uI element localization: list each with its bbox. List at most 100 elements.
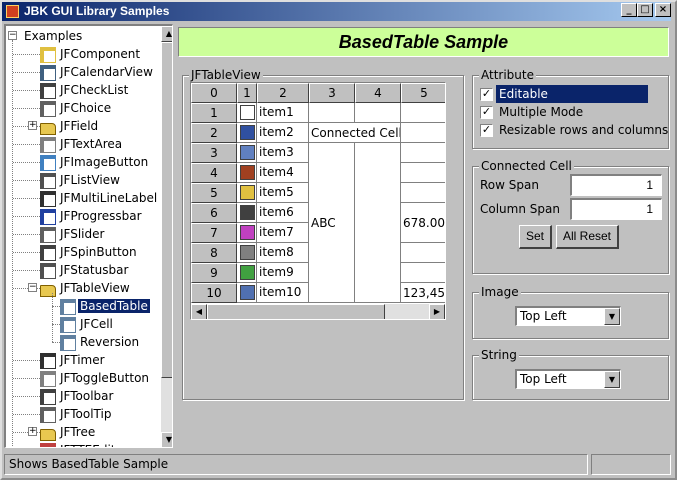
chevron-down-icon[interactable]: ▼ <box>604 371 620 388</box>
tree-item-jffield[interactable]: JFField <box>40 117 100 135</box>
row-header-7[interactable]: 7 <box>191 223 237 243</box>
table-cell-item[interactable]: item8 <box>257 243 309 263</box>
close-button[interactable]: × <box>655 3 671 17</box>
tree-item-jfcalendarview[interactable]: JFCalendarView <box>40 63 155 81</box>
row-header-9[interactable]: 9 <box>191 263 237 283</box>
tree-item-reversion[interactable]: Reversion <box>60 333 141 351</box>
tree-item-jftteeditor[interactable]: JFTTEEditor <box>40 441 130 447</box>
column-header-5[interactable]: 5 <box>401 83 445 103</box>
based-table[interactable]: 0 1 2 3 4 5 1 item1 2 item2 3 item3 4 item4 5 item5 6 ite… <box>190 82 446 320</box>
row-header-1[interactable]: 1 <box>191 103 237 123</box>
row-header-10[interactable]: 10 <box>191 283 237 303</box>
chevron-down-icon[interactable]: ▼ <box>604 308 620 325</box>
checkbox[interactable]: ✓ <box>480 106 493 119</box>
table-cell-item[interactable]: item1 <box>257 103 309 123</box>
scroll-right-arrow-icon[interactable]: ▶ <box>429 304 445 319</box>
tree-item-jftree[interactable]: JFTree <box>40 423 97 441</box>
scroll-left-arrow-icon[interactable]: ◀ <box>191 304 207 319</box>
connected-cell[interactable]: Connected Cell <box>309 123 401 143</box>
number-cell[interactable]: 123,456 <box>401 283 445 303</box>
table-cell[interactable] <box>401 143 445 163</box>
examples-tree[interactable]: − Examples JFComponent JFCalendarView JFChec… <box>4 24 173 448</box>
table-cell-item[interactable]: item9 <box>257 263 309 283</box>
scroll-up-arrow-icon[interactable]: ▲ <box>161 26 172 42</box>
tree-item-jfimagebutton[interactable]: JFImageButton <box>40 153 150 171</box>
tree-item-jflistview[interactable]: JFListView <box>40 171 122 189</box>
attribute-option-editable[interactable]: ✓ Editable <box>480 85 648 103</box>
all-reset-button[interactable]: All Reset <box>556 225 619 249</box>
tree-item-jfspinbutton[interactable]: JFSpinButton <box>40 243 139 261</box>
table-cell-item[interactable]: item3 <box>257 143 309 163</box>
scroll-down-arrow-icon[interactable]: ▼ <box>161 432 172 447</box>
string-alignment-select[interactable]: Top Left ▼ <box>515 369 621 389</box>
table-cell-image[interactable] <box>237 183 257 203</box>
table-cell[interactable] <box>401 243 445 263</box>
image-alignment-select[interactable]: Top Left ▼ <box>515 306 621 326</box>
table-cell-item[interactable]: item5 <box>257 183 309 203</box>
column-span-input[interactable]: 1 <box>570 198 662 220</box>
table-cell-image[interactable] <box>237 263 257 283</box>
tree-root-examples[interactable]: − Examples <box>8 27 84 45</box>
set-button[interactable]: Set <box>519 225 552 249</box>
table-cell-item[interactable]: item4 <box>257 163 309 183</box>
table-cell[interactable] <box>355 103 401 123</box>
table-cell-image[interactable] <box>237 103 257 123</box>
row-header-6[interactable]: 6 <box>191 203 237 223</box>
tree-item-jfcell[interactable]: JFCell <box>60 315 115 333</box>
table-cell-image[interactable] <box>237 123 257 143</box>
attribute-option-resizable-rows-and-columns[interactable]: ✓ Resizable rows and columns <box>480 121 671 139</box>
table-cell-image[interactable] <box>237 283 257 303</box>
tree-item-jfchecklist[interactable]: JFCheckList <box>40 81 130 99</box>
checkbox[interactable]: ✓ <box>480 88 493 101</box>
column-header-1[interactable]: 1 <box>237 83 257 103</box>
column-header-0[interactable]: 0 <box>191 83 237 103</box>
tree-item-jftogglebutton[interactable]: JFToggleButton <box>40 369 151 387</box>
table-horizontal-scrollbar[interactable]: ◀ ▶ <box>191 304 445 319</box>
table-cell[interactable] <box>401 103 445 123</box>
tree-item-jftableview[interactable]: JFTableView <box>40 279 132 297</box>
tree-vertical-scrollbar[interactable]: ▲ ▼ <box>161 26 172 447</box>
table-cell-image[interactable] <box>237 223 257 243</box>
expand-icon[interactable]: + <box>28 427 37 436</box>
tree-item-basedtable[interactable]: BasedTable <box>60 297 150 315</box>
tree-item-jfprogressbar[interactable]: JFProgressbar <box>40 207 144 225</box>
tree-item-jfstatusbar[interactable]: JFStatusbar <box>40 261 130 279</box>
minimize-button[interactable]: _ <box>621 3 637 17</box>
tree-item-jfcomponent[interactable]: JFComponent <box>40 45 142 63</box>
row-header-3[interactable]: 3 <box>191 143 237 163</box>
row-header-2[interactable]: 2 <box>191 123 237 143</box>
tree-item-jfslider[interactable]: JFSlider <box>40 225 106 243</box>
table-cell[interactable] <box>401 183 445 203</box>
tree-item-jfmultilinelabel[interactable]: JFMultiLineLabel <box>40 189 159 207</box>
table-cell-item[interactable]: item2 <box>257 123 309 143</box>
checkbox[interactable]: ✓ <box>480 124 493 137</box>
merged-cell[interactable] <box>355 143 401 303</box>
table-cell[interactable] <box>309 103 355 123</box>
row-header-8[interactable]: 8 <box>191 243 237 263</box>
maximize-button[interactable]: □ <box>637 3 653 17</box>
collapse-icon[interactable]: − <box>28 283 37 292</box>
table-cell-image[interactable] <box>237 143 257 163</box>
tree-item-jfchoice[interactable]: JFChoice <box>40 99 113 117</box>
number-cell[interactable]: 678.000 <box>401 203 445 243</box>
collapse-icon[interactable]: − <box>8 31 17 40</box>
table-cell[interactable] <box>401 163 445 183</box>
column-header-4[interactable]: 4 <box>355 83 401 103</box>
table-cell[interactable] <box>401 123 445 143</box>
table-cell[interactable] <box>401 263 445 283</box>
row-span-input[interactable]: 1 <box>570 174 662 196</box>
table-cell-image[interactable] <box>237 163 257 183</box>
table-cell-image[interactable] <box>237 243 257 263</box>
table-cell-item[interactable]: item7 <box>257 223 309 243</box>
tree-scroll-thumb[interactable] <box>161 42 172 378</box>
column-header-3[interactable]: 3 <box>309 83 355 103</box>
expand-icon[interactable]: + <box>28 121 37 130</box>
tree-item-jftextarea[interactable]: JFTextArea <box>40 135 124 153</box>
table-scroll-thumb[interactable] <box>207 304 385 319</box>
tree-item-jftooltip[interactable]: JFToolTip <box>40 405 113 423</box>
column-header-2[interactable]: 2 <box>257 83 309 103</box>
row-header-4[interactable]: 4 <box>191 163 237 183</box>
table-cell-image[interactable] <box>237 203 257 223</box>
abc-merged-cell[interactable]: ABC <box>309 143 355 303</box>
title-bar[interactable]: JBK GUI Library Samples <box>2 2 671 21</box>
